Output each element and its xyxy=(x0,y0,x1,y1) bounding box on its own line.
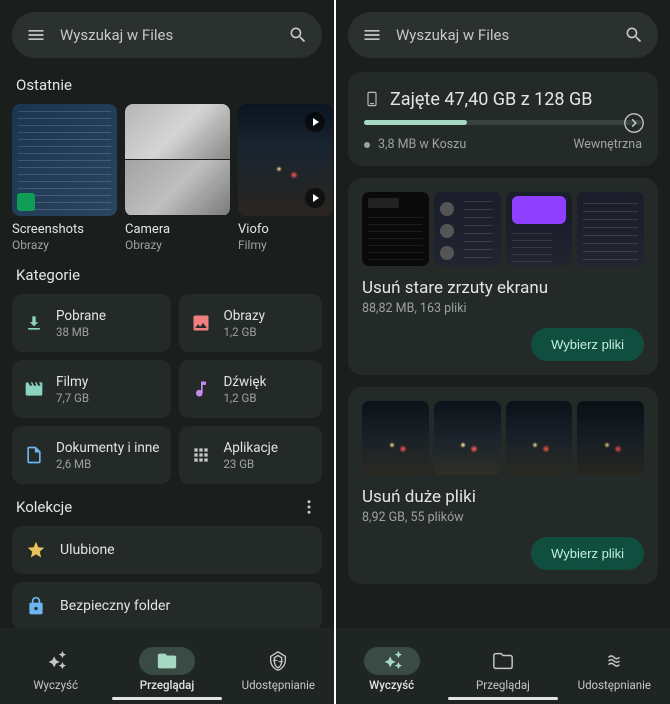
more-icon[interactable] xyxy=(300,498,318,516)
image-icon xyxy=(191,313,211,333)
home-indicator[interactable] xyxy=(448,697,558,700)
storage-location: Wewnętrzna xyxy=(573,137,642,152)
select-files-button[interactable]: Wybierz pliki xyxy=(531,328,644,361)
category-movies[interactable]: Filmy7,7 GB xyxy=(12,360,171,418)
categories-grid: Pobrane38 MB Obrazy1,2 GB Filmy7,7 GB Dź… xyxy=(12,294,322,484)
nav-browse[interactable]: Przeglądaj xyxy=(111,647,222,692)
search-icon[interactable] xyxy=(624,25,644,45)
apps-icon xyxy=(191,445,211,465)
select-files-button[interactable]: Wybierz pliki xyxy=(531,537,644,570)
category-documents[interactable]: Dokumenty i inne2,6 MB xyxy=(12,426,171,484)
search-bar[interactable]: Wyszukaj w Files xyxy=(12,12,322,58)
phone-icon xyxy=(364,88,380,110)
nav-share[interactable]: Udostępnianie xyxy=(223,647,334,692)
nav-clean[interactable]: Wyczyść xyxy=(336,647,447,692)
storage-progress xyxy=(364,120,642,125)
trash-size: 3,8 MB w Koszu xyxy=(364,137,466,152)
search-placeholder: Wyszukaj w Files xyxy=(60,26,274,44)
category-audio[interactable]: Dźwięk1,2 GB xyxy=(179,360,322,418)
categories-title: Kategorie xyxy=(16,266,318,284)
category-downloads[interactable]: Pobrane38 MB xyxy=(12,294,171,352)
recent-item-screenshots[interactable]: Screenshots Obrazy xyxy=(12,104,117,252)
search-placeholder: Wyszukaj w Files xyxy=(396,26,610,44)
clean-title: Usuń duże pliki xyxy=(362,487,644,507)
nav-clean[interactable]: Wyczyść xyxy=(0,647,111,692)
bottom-nav: Wyczyść Przeglądaj Udostępnianie xyxy=(0,628,334,704)
play-icon xyxy=(305,112,325,132)
recent-row[interactable]: Screenshots Obrazy Camera Obrazy Viofo F… xyxy=(12,104,322,252)
play-icon xyxy=(305,188,325,208)
clean-sub: 88,82 MB, 163 pliki xyxy=(362,301,644,316)
lock-icon xyxy=(26,596,46,616)
recent-sub: Filmy xyxy=(238,238,333,252)
music-icon xyxy=(191,379,211,399)
recent-item-camera[interactable]: Camera Obrazy xyxy=(125,104,230,252)
clean-sub: 8,92 GB, 55 plików xyxy=(362,510,644,525)
home-indicator[interactable] xyxy=(112,697,222,700)
recent-label: Screenshots xyxy=(12,222,117,237)
collection-safe-folder[interactable]: Bezpieczny folder xyxy=(12,582,322,628)
search-bar[interactable]: Wyszukaj w Files xyxy=(348,12,658,58)
collections-title: Kolekcje xyxy=(16,498,72,516)
recent-sub: Obrazy xyxy=(125,238,230,252)
menu-icon[interactable] xyxy=(362,25,382,45)
recent-title: Ostatnie xyxy=(16,76,318,94)
arrow-right-icon[interactable] xyxy=(623,112,645,134)
clean-title: Usuń stare zrzuty ekranu xyxy=(362,278,644,298)
movie-icon xyxy=(24,379,44,399)
category-apps[interactable]: Aplikacje23 GB xyxy=(179,426,322,484)
search-icon[interactable] xyxy=(288,25,308,45)
recent-label: Camera xyxy=(125,222,230,237)
recent-item-viofo[interactable]: Viofo Filmy xyxy=(238,104,333,252)
category-images[interactable]: Obrazy1,2 GB xyxy=(179,294,322,352)
nav-browse[interactable]: Przeglądaj xyxy=(447,647,558,692)
storage-card[interactable]: Zajęte 47,40 GB z 128 GB 3,8 MB w Koszu … xyxy=(348,72,658,166)
star-icon xyxy=(26,540,46,560)
phone-clean-screen: Wyszukaj w Files Zajęte 47,40 GB z 128 G… xyxy=(336,0,670,704)
download-icon xyxy=(24,313,44,333)
screenshot-thumbs[interactable] xyxy=(362,192,644,266)
collection-favorites[interactable]: Ulubione xyxy=(12,526,322,574)
browse-content: Ostatnie Screenshots Obrazy Camera Obraz… xyxy=(0,68,334,628)
phone-browse-screen: Wyszukaj w Files Ostatnie Screenshots Ob… xyxy=(0,0,334,704)
clean-card-screenshots: Usuń stare zrzuty ekranu 88,82 MB, 163 p… xyxy=(348,178,658,375)
recent-label: Viofo xyxy=(238,222,333,237)
bottom-nav: Wyczyść Przeglądaj Udostępnianie xyxy=(336,628,670,704)
nav-share[interactable]: Udostępnianie xyxy=(559,647,670,692)
recent-sub: Obrazy xyxy=(12,238,117,252)
large-file-thumbs[interactable] xyxy=(362,401,644,475)
clean-content: Zajęte 47,40 GB z 128 GB 3,8 MB w Koszu … xyxy=(336,68,670,628)
document-icon xyxy=(24,445,44,465)
clean-card-large-files: Usuń duże pliki 8,92 GB, 55 plików Wybie… xyxy=(348,387,658,584)
menu-icon[interactable] xyxy=(26,25,46,45)
storage-title: Zajęte 47,40 GB z 128 GB xyxy=(390,89,642,110)
